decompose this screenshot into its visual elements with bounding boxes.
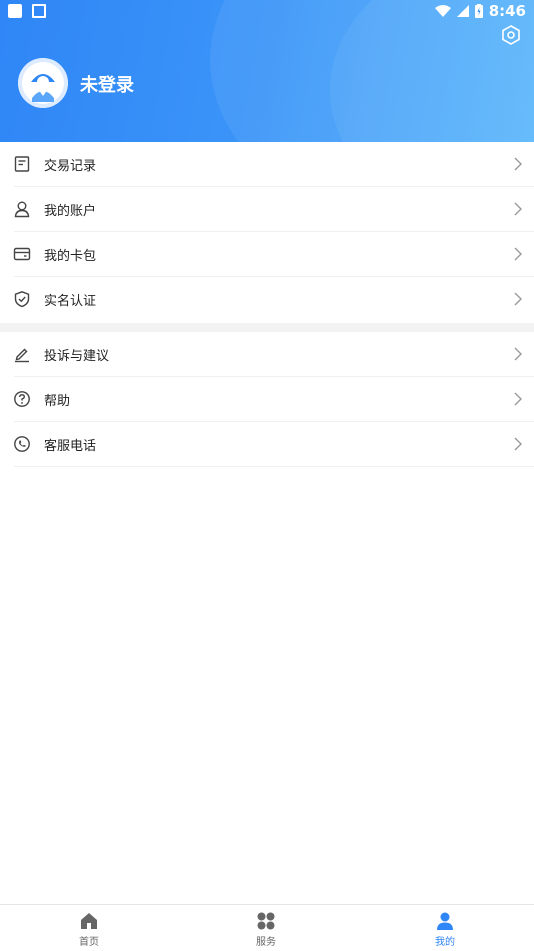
wifi-icon [434, 5, 451, 17]
phone-icon [14, 436, 30, 452]
menu-item-help[interactable]: 帮助 [0, 377, 534, 422]
avatar[interactable] [18, 58, 68, 108]
menu-item-customer-service[interactable]: 客服电话 [0, 422, 534, 467]
menu-item-verification[interactable]: 实名认证 [0, 277, 534, 322]
receipt-icon [14, 156, 30, 172]
chevron-right-icon [514, 392, 522, 406]
menu-item-label: 交易记录 [44, 159, 97, 174]
tab-services[interactable]: 服务 [236, 911, 296, 948]
card-icon [13, 247, 31, 261]
avatar-default-icon [18, 58, 68, 108]
menu-item-transactions[interactable]: 交易记录 [0, 142, 534, 187]
edit-icon [15, 348, 29, 363]
menu-item-account[interactable]: 我的账户 [0, 187, 534, 232]
person-icon [437, 912, 453, 930]
menu-item-label: 帮助 [44, 394, 71, 409]
help-icon [14, 391, 30, 407]
menu-item-label: 实名认证 [44, 294, 97, 309]
menu-item-label: 投诉与建议 [44, 349, 110, 364]
chevron-right-icon [514, 202, 522, 216]
menu-item-card-wallet[interactable]: 我的卡包 [0, 232, 534, 277]
signal-icon [456, 5, 469, 17]
chevron-right-icon [514, 292, 522, 306]
tab-label: 我的 [435, 937, 455, 948]
menu-item-feedback[interactable]: 投诉与建议 [0, 332, 534, 377]
menu-group-support: 投诉与建议 帮助 客服电话 [0, 332, 534, 467]
settings-icon[interactable] [500, 24, 522, 46]
notification-icon [8, 4, 22, 18]
tab-home[interactable]: 首页 [59, 911, 119, 948]
status-bar: 8:46 [0, 0, 534, 24]
shield-icon [14, 291, 30, 308]
menu-item-label: 客服电话 [44, 439, 97, 454]
menu-item-label: 我的卡包 [44, 249, 97, 264]
section-separator [0, 323, 534, 332]
divider [14, 466, 534, 467]
status-time: 8:46 [488, 2, 526, 20]
chevron-right-icon [514, 157, 522, 171]
user-icon [14, 201, 30, 218]
bottom-tab-bar: 首页 服务 我的 [0, 904, 534, 951]
grid-icon [257, 912, 275, 930]
home-icon [81, 913, 97, 929]
chevron-right-icon [514, 437, 522, 451]
tab-mine[interactable]: 我的 [415, 911, 475, 948]
login-status[interactable]: 未登录 [80, 71, 134, 97]
profile-header: 8:46 未登录 [0, 0, 534, 142]
chevron-right-icon [514, 347, 522, 361]
menu-group-account: 交易记录 我的账户 我的卡包 实名认证 [0, 142, 534, 322]
chevron-right-icon [514, 247, 522, 261]
tab-label: 服务 [256, 937, 276, 948]
menu-item-label: 我的账户 [44, 204, 97, 219]
app-notification-icon [32, 4, 46, 18]
battery-icon [474, 4, 483, 18]
tab-label: 首页 [79, 937, 99, 948]
